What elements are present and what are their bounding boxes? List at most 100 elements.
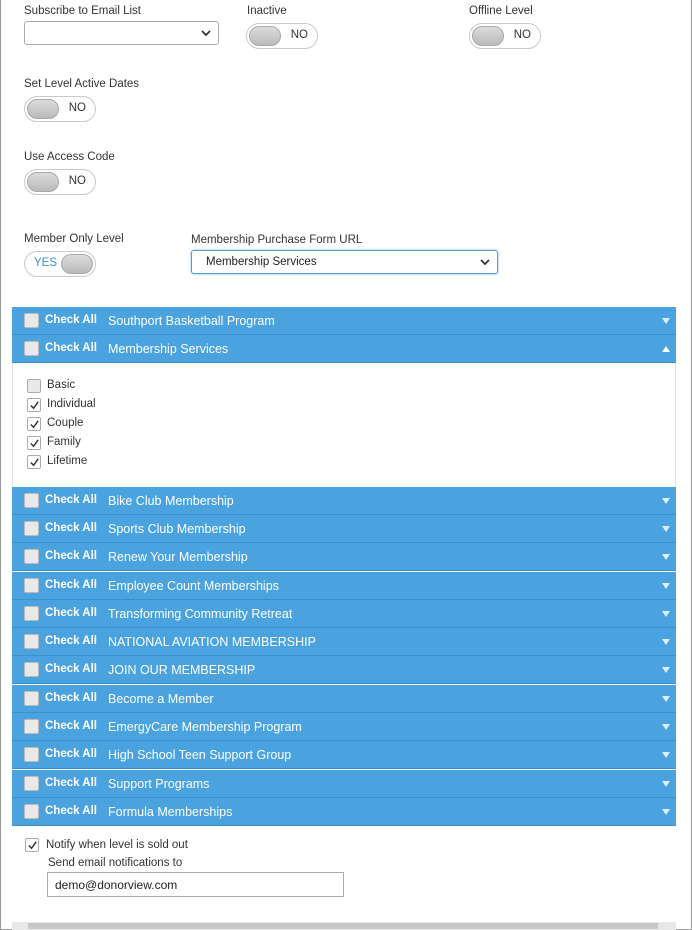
- level-checkbox[interactable]: [27, 398, 41, 412]
- accordion-row[interactable]: Check All NATIONAL AVIATION MEMBERSHIP: [12, 628, 676, 656]
- check-all-label[interactable]: Check All: [45, 635, 97, 647]
- caret-down-icon[interactable]: [662, 780, 670, 788]
- check-all-label[interactable]: Check All: [45, 342, 97, 354]
- check-all-label[interactable]: Check All: [45, 494, 97, 506]
- toggle-state: YES: [34, 257, 58, 269]
- accordion-row[interactable]: Check All Become a Member: [12, 685, 676, 713]
- member-only-toggle[interactable]: YES: [24, 251, 96, 277]
- accordion-title: JOIN OUR MEMBERSHIP: [108, 663, 256, 677]
- level-label: Family: [47, 436, 81, 448]
- accordion-row[interactable]: Check All Bike Club Membership: [12, 487, 676, 515]
- toggle-state: NO: [513, 29, 531, 41]
- access-code-toggle[interactable]: NO: [24, 169, 96, 195]
- accordion-panel-membership-services: Basic Individual Couple Family Lifetime: [12, 364, 676, 488]
- check-all-label[interactable]: Check All: [45, 692, 97, 704]
- accordion-title: Sports Club Membership: [108, 522, 246, 536]
- inactive-toggle[interactable]: NO: [246, 23, 318, 49]
- accordion-title: Formula Memberships: [108, 805, 233, 819]
- accordion-title: Bike Club Membership: [108, 494, 234, 508]
- accordion-title: Membership Services: [108, 342, 229, 356]
- caret-down-icon[interactable]: [662, 723, 670, 731]
- check-all-checkbox[interactable]: [24, 493, 39, 508]
- accordion-title: Become a Member: [108, 692, 214, 706]
- accordion-row[interactable]: Check All EmergyCare Membership Program: [12, 713, 676, 741]
- check-icon: [30, 458, 39, 467]
- accordion-row[interactable]: Check All Formula Memberships: [12, 798, 676, 826]
- offline-level-label: Offline Level: [469, 5, 533, 17]
- accordion-title: High School Teen Support Group: [108, 748, 292, 762]
- check-all-checkbox[interactable]: [24, 719, 39, 734]
- accordion-row[interactable]: Check All Employee Count Memberships: [12, 572, 676, 600]
- check-all-checkbox[interactable]: [24, 606, 39, 621]
- level-label: Couple: [47, 417, 84, 429]
- check-all-label[interactable]: Check All: [45, 805, 97, 817]
- level-checkbox[interactable]: [27, 417, 41, 431]
- check-icon: [30, 401, 39, 410]
- horizontal-scrollbar[interactable]: [12, 922, 676, 930]
- accordion-title: Transforming Community Retreat: [108, 607, 293, 621]
- caret-down-icon[interactable]: [662, 525, 670, 533]
- caret-down-icon[interactable]: [662, 638, 670, 646]
- accordion-title: Renew Your Membership: [108, 550, 248, 564]
- accordion-title: Southport Basketball Program: [108, 314, 275, 328]
- notify-sold-out-checkbox[interactable]: [25, 838, 39, 852]
- toggle-knob: [472, 26, 504, 46]
- check-all-checkbox[interactable]: [24, 747, 39, 762]
- caret-down-icon[interactable]: [662, 317, 670, 325]
- caret-down-icon[interactable]: [662, 751, 670, 759]
- caret-down-icon[interactable]: [662, 582, 670, 590]
- accordion-row[interactable]: Check All Transforming Community Retreat: [12, 600, 676, 628]
- caret-down-icon[interactable]: [662, 610, 670, 618]
- caret-down-icon[interactable]: [662, 553, 670, 561]
- accordion-row[interactable]: Check All High School Teen Support Group: [12, 741, 676, 769]
- check-all-checkbox[interactable]: [24, 662, 39, 677]
- check-all-label[interactable]: Check All: [45, 579, 97, 591]
- active-dates-toggle[interactable]: NO: [24, 96, 96, 122]
- offline-level-toggle[interactable]: NO: [469, 23, 541, 49]
- accordion-row[interactable]: Check All JOIN OUR MEMBERSHIP: [12, 656, 676, 684]
- check-all-checkbox[interactable]: [24, 691, 39, 706]
- purchase-url-select[interactable]: Membership Services: [191, 250, 498, 274]
- scrollbar-thumb[interactable]: [28, 923, 658, 929]
- caret-down-icon[interactable]: [662, 808, 670, 816]
- caret-up-icon[interactable]: [662, 345, 670, 353]
- toggle-state: NO: [68, 102, 86, 114]
- check-all-checkbox[interactable]: [24, 776, 39, 791]
- accordion-row[interactable]: Check All Support Programs: [12, 770, 676, 798]
- level-label: Individual: [47, 398, 96, 410]
- check-all-checkbox[interactable]: [24, 634, 39, 649]
- check-icon: [28, 841, 37, 850]
- check-all-checkbox[interactable]: [24, 804, 39, 819]
- level-checkbox[interactable]: [27, 379, 41, 393]
- check-all-checkbox[interactable]: [24, 313, 39, 328]
- check-all-label[interactable]: Check All: [45, 607, 97, 619]
- check-all-label[interactable]: Check All: [45, 522, 97, 534]
- check-all-checkbox[interactable]: [24, 521, 39, 536]
- level-checkbox[interactable]: [27, 455, 41, 469]
- check-icon: [30, 439, 39, 448]
- check-all-label[interactable]: Check All: [45, 663, 97, 675]
- accordion-row[interactable]: Check All Southport Basketball Program: [12, 307, 676, 335]
- check-all-checkbox[interactable]: [24, 341, 39, 356]
- accordion-row[interactable]: Check All Sports Club Membership: [12, 515, 676, 543]
- check-all-label[interactable]: Check All: [45, 314, 97, 326]
- check-all-label[interactable]: Check All: [45, 748, 97, 760]
- accordion-row[interactable]: Check All Renew Your Membership: [12, 543, 676, 571]
- accordion-title: NATIONAL AVIATION MEMBERSHIP: [108, 635, 316, 649]
- caret-down-icon[interactable]: [662, 695, 670, 703]
- caret-down-icon[interactable]: [662, 497, 670, 505]
- notification-email-input[interactable]: [47, 872, 344, 897]
- accordion-row[interactable]: Check All Membership Services: [12, 335, 676, 363]
- check-all-label[interactable]: Check All: [45, 550, 97, 562]
- subscribe-select[interactable]: [24, 21, 219, 45]
- accordion-title: Support Programs: [108, 777, 210, 791]
- check-all-checkbox[interactable]: [24, 549, 39, 564]
- chevron-down-icon: [201, 30, 211, 37]
- level-checkbox[interactable]: [27, 436, 41, 450]
- active-dates-label: Set Level Active Dates: [24, 78, 140, 90]
- check-all-label[interactable]: Check All: [45, 777, 97, 789]
- check-all-checkbox[interactable]: [24, 578, 39, 593]
- caret-down-icon[interactable]: [662, 666, 670, 674]
- check-all-label[interactable]: Check All: [45, 720, 97, 732]
- member-only-label: Member Only Level: [24, 233, 124, 245]
